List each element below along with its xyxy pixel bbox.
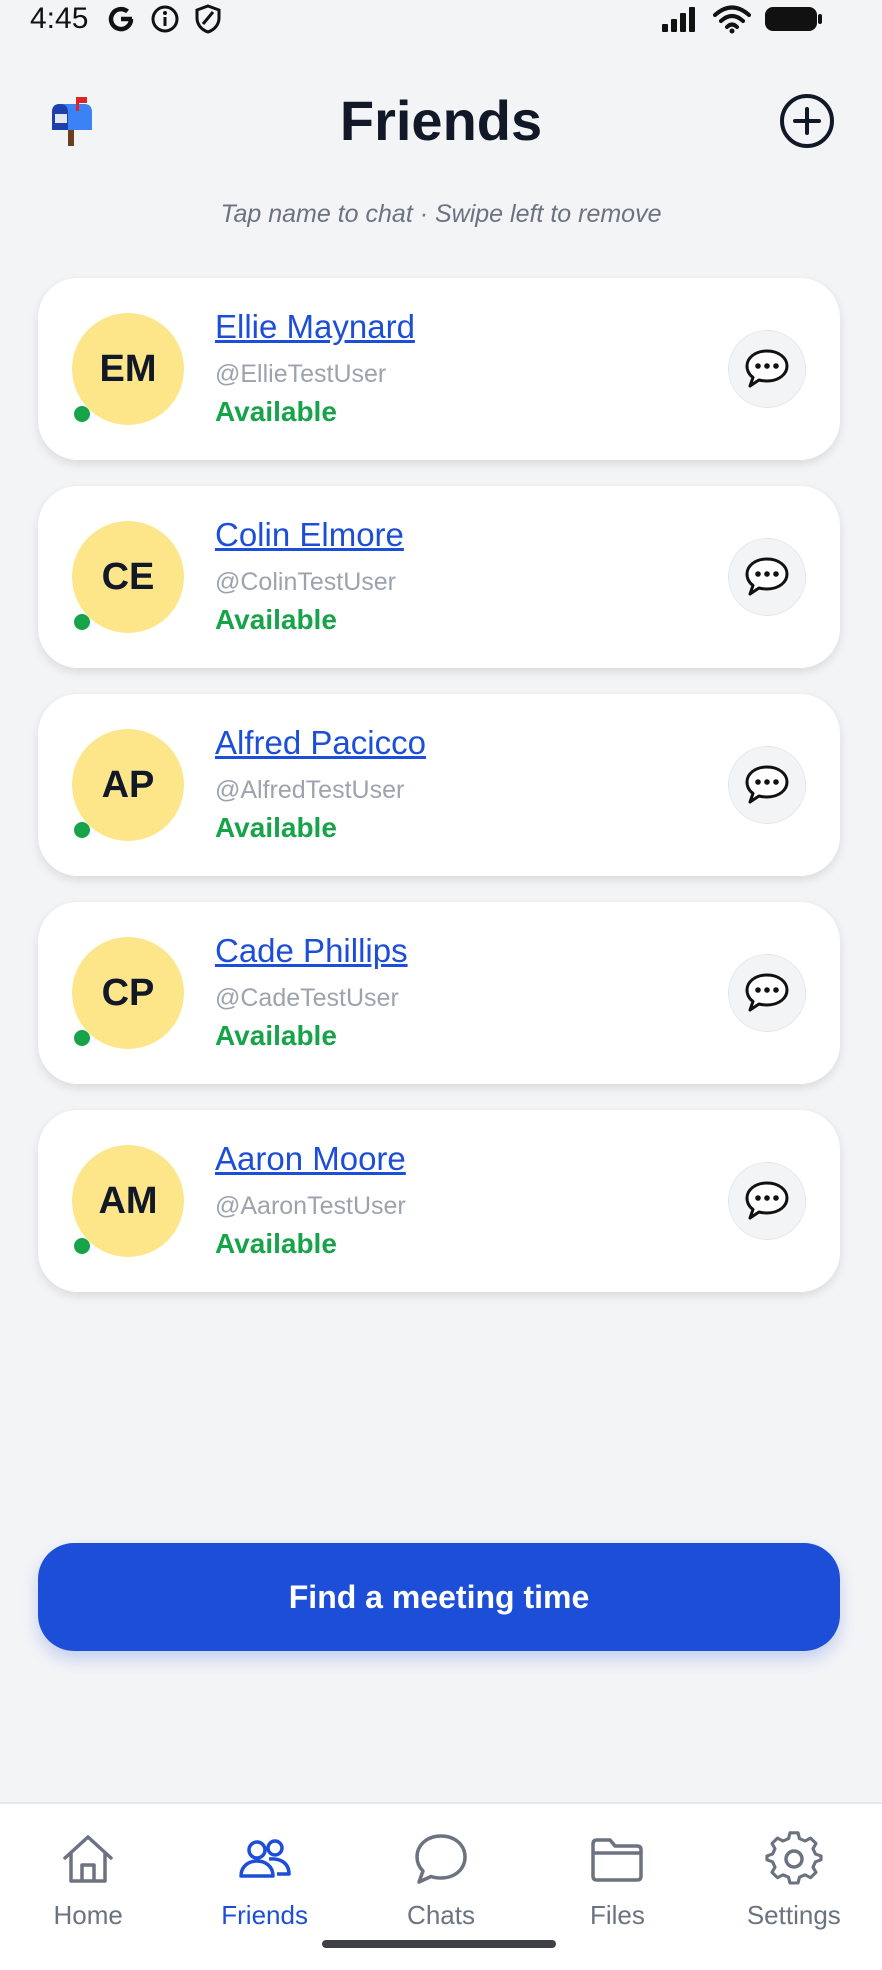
- nav-label: Home: [53, 1900, 123, 1930]
- friend-card[interactable]: AM Aaron Moore @AaronTestUser Available: [38, 1110, 840, 1292]
- chat-button[interactable]: [728, 1162, 806, 1240]
- online-status-dot: [74, 614, 90, 630]
- nav-label: Files: [589, 1900, 645, 1930]
- avatar: EM: [72, 313, 184, 425]
- chat-button[interactable]: [728, 330, 806, 408]
- chat-button[interactable]: [728, 746, 806, 824]
- chat-bubble-icon: [745, 1181, 789, 1220]
- signal-icon: [662, 7, 695, 32]
- chat-bubble-icon: [745, 349, 789, 388]
- nav-item-settings[interactable]: Settings: [706, 1804, 882, 1970]
- friends-list: EM Ellie Maynard @EllieTestUser Availabl…: [38, 278, 840, 1318]
- friends-icon: [238, 1839, 291, 1878]
- google-icon: [108, 6, 134, 32]
- folder-icon: [591, 1838, 644, 1882]
- plus-circle-icon: [780, 94, 834, 148]
- friend-card[interactable]: EM Ellie Maynard @EllieTestUser Availabl…: [38, 278, 840, 460]
- friend-handle: @ColinTestUser: [215, 568, 396, 596]
- friend-status: Available: [215, 604, 337, 635]
- page-title: Friends: [339, 89, 543, 152]
- avatar: AM: [72, 1145, 184, 1257]
- friend-card[interactable]: AP Alfred Pacicco @AlfredTestUser Availa…: [38, 694, 840, 876]
- info-icon: [151, 5, 179, 33]
- gear-icon: [765, 1831, 823, 1885]
- add-friend-button[interactable]: [778, 92, 836, 150]
- chat-bubble-icon: [745, 765, 789, 804]
- nav-label: Settings: [746, 1900, 841, 1930]
- avatar: CE: [72, 521, 184, 633]
- home-icon: [63, 1835, 113, 1883]
- friend-name-link[interactable]: Ellie Maynard: [215, 308, 415, 346]
- status-bar: 4:45: [0, 0, 882, 44]
- friend-card[interactable]: CP Cade Phillips @CadeTestUser Available: [38, 902, 840, 1084]
- online-status-dot: [74, 1238, 90, 1254]
- battery-icon: [765, 7, 822, 31]
- online-status-dot: [74, 1030, 90, 1046]
- shield-icon: [195, 4, 221, 34]
- friend-name-link[interactable]: Alfred Pacicco: [215, 724, 426, 762]
- friend-name-link[interactable]: Colin Elmore: [215, 516, 404, 554]
- avatar: CP: [72, 937, 184, 1049]
- friend-handle: @EllieTestUser: [215, 360, 387, 388]
- chat-button[interactable]: [728, 538, 806, 616]
- friend-name-link[interactable]: Aaron Moore: [215, 1140, 406, 1178]
- chat-bubble-icon: [415, 1834, 467, 1884]
- nav-label: Friends: [221, 1900, 308, 1930]
- nav-item-home[interactable]: Home: [0, 1804, 176, 1970]
- friend-name-link[interactable]: Cade Phillips: [215, 932, 408, 970]
- bottom-nav: Home Friends Chats Files Settings: [0, 1802, 882, 1970]
- chat-bubble-icon: [745, 973, 789, 1012]
- online-status-dot: [74, 406, 90, 422]
- home-indicator[interactable]: [322, 1940, 556, 1948]
- friend-status: Available: [215, 1020, 337, 1051]
- friend-status: Available: [215, 396, 337, 427]
- chat-bubble-icon: [745, 557, 789, 596]
- find-meeting-time-button[interactable]: Find a meeting time: [38, 1543, 840, 1651]
- friend-status: Available: [215, 812, 337, 843]
- friend-handle: @AaronTestUser: [215, 1192, 406, 1220]
- friend-status: Available: [215, 1228, 337, 1259]
- status-time: 4:45: [30, 2, 89, 35]
- instructions-hint: Tap name to chat · Swipe left to remove: [220, 200, 662, 228]
- friend-handle: @CadeTestUser: [215, 984, 399, 1012]
- status-notification-icons: [106, 4, 222, 34]
- friend-card[interactable]: CE Colin Elmore @ColinTestUser Available: [38, 486, 840, 668]
- nav-label: Chats: [407, 1900, 475, 1930]
- chat-button[interactable]: [728, 954, 806, 1032]
- header: Friends: [0, 60, 882, 180]
- online-status-dot: [74, 822, 90, 838]
- avatar: AP: [72, 729, 184, 841]
- wifi-icon: [713, 5, 751, 34]
- friend-handle: @AlfredTestUser: [215, 776, 405, 804]
- status-system-icons: [660, 4, 824, 34]
- friends-screen: 4:45 Friends Tap name to chat · Swipe le…: [0, 0, 882, 1970]
